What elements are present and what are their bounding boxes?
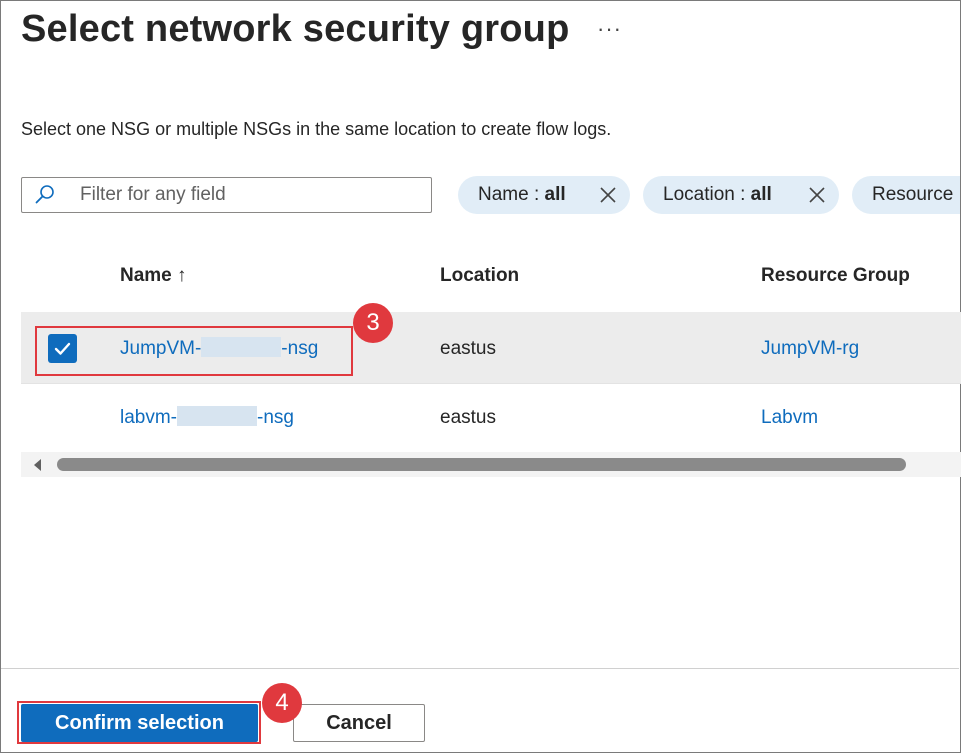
column-header-location[interactable]: Location xyxy=(440,265,519,287)
filter-input[interactable] xyxy=(80,178,420,212)
footer-divider xyxy=(1,668,959,669)
close-icon[interactable] xyxy=(598,185,618,205)
column-header-name[interactable]: Name ↑ xyxy=(120,265,187,287)
more-options-icon[interactable]: ··· xyxy=(597,16,622,42)
row-divider xyxy=(21,383,961,384)
step-badge-3: 3 xyxy=(353,303,393,343)
highlight-box-step4 xyxy=(17,701,261,744)
filter-pill-name[interactable]: Name : all xyxy=(458,176,630,214)
filter-pill-resource[interactable]: Resource xyxy=(852,176,960,214)
horizontal-scrollbar[interactable] xyxy=(21,452,961,477)
filter-field[interactable] xyxy=(21,177,432,213)
search-icon xyxy=(35,185,54,204)
location-cell: eastus xyxy=(440,338,496,359)
filter-pill-name-text: Name : all xyxy=(478,184,566,205)
column-header-resource-group[interactable]: Resource Group xyxy=(761,265,910,287)
page-title: Select network security group xyxy=(21,8,570,50)
resource-group-link[interactable]: Labvm xyxy=(761,407,818,429)
location-cell: eastus xyxy=(440,407,496,428)
resource-group-link[interactable]: JumpVM-rg xyxy=(761,338,859,360)
description-text: Select one NSG or multiple NSGs in the s… xyxy=(21,119,612,139)
filter-pill-location[interactable]: Location : all xyxy=(643,176,839,214)
scrollbar-thumb[interactable] xyxy=(57,458,906,471)
scroll-left-icon[interactable] xyxy=(34,459,41,471)
step-badge-4: 4 xyxy=(262,683,302,723)
filter-pill-resource-text: Resource xyxy=(872,184,954,205)
cancel-button[interactable]: Cancel xyxy=(293,704,425,742)
highlight-box-step3 xyxy=(35,326,353,376)
filter-pill-location-text: Location : all xyxy=(663,184,772,205)
close-icon[interactable] xyxy=(807,185,827,205)
redacted-text xyxy=(177,405,258,426)
nsg-name-link[interactable]: labvm- -nsg xyxy=(120,405,294,429)
